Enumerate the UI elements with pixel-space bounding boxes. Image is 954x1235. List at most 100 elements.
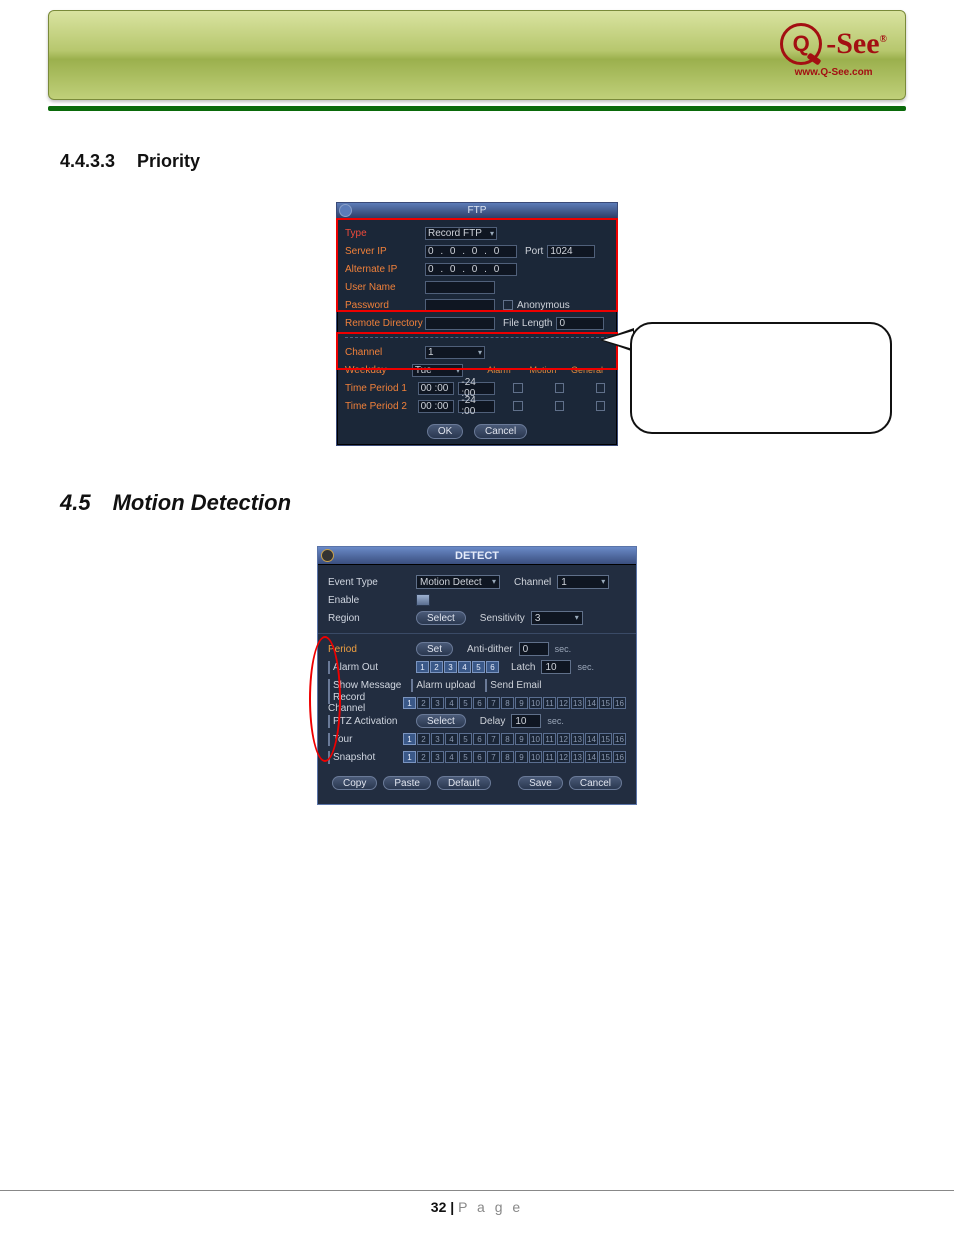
tp1-motion-checkbox[interactable] xyxy=(555,383,564,393)
tp2-alarm-checkbox[interactable] xyxy=(513,401,522,411)
user-name-input[interactable] xyxy=(425,281,495,294)
channel-chip[interactable]: 16 xyxy=(613,697,626,709)
port-input[interactable]: 1024 xyxy=(547,245,595,258)
channel-chip[interactable]: 2 xyxy=(430,661,443,673)
cancel-button[interactable]: Cancel xyxy=(569,776,622,790)
channel-chip[interactable]: 11 xyxy=(543,751,556,763)
type-select[interactable]: Record FTP xyxy=(425,227,497,240)
password-input[interactable] xyxy=(425,299,495,312)
delay-input[interactable]: 10 xyxy=(511,714,541,728)
channel-chip[interactable]: 5 xyxy=(459,733,472,745)
channel-chip[interactable]: 3 xyxy=(444,661,457,673)
channel-chip[interactable]: 7 xyxy=(487,751,500,763)
channel-chip[interactable]: 4 xyxy=(445,751,458,763)
snapshot-checkbox[interactable] xyxy=(328,751,330,764)
channel-chip[interactable]: 8 xyxy=(501,697,514,709)
ok-button[interactable]: OK xyxy=(427,424,463,439)
channel-chip[interactable]: 5 xyxy=(459,697,472,709)
send-email-option[interactable]: Send Email xyxy=(485,680,541,691)
channel-chip[interactable]: 10 xyxy=(529,697,542,709)
show-message-checkbox[interactable] xyxy=(328,679,330,692)
detect-channel-select[interactable]: 1 xyxy=(557,575,609,589)
region-select-button[interactable]: Select xyxy=(416,611,466,625)
channel-chip[interactable]: 6 xyxy=(473,733,486,745)
record-channels[interactable]: 12345678910111213141516 xyxy=(403,697,626,709)
tp2-motion-checkbox[interactable] xyxy=(555,401,564,411)
alternate-ip-input[interactable]: 0 . 0 . 0 . 0 xyxy=(425,263,517,276)
channel-chip[interactable]: 12 xyxy=(557,733,570,745)
tp2-from[interactable]: 00 :00 xyxy=(418,400,455,413)
channel-chip[interactable]: 8 xyxy=(501,733,514,745)
channel-chip[interactable]: 10 xyxy=(529,733,542,745)
channel-chip[interactable]: 1 xyxy=(403,697,416,709)
channel-chip[interactable]: 4 xyxy=(445,733,458,745)
cancel-button[interactable]: Cancel xyxy=(474,424,527,439)
channel-chip[interactable]: 13 xyxy=(571,751,584,763)
channel-chip[interactable]: 11 xyxy=(543,733,556,745)
channel-chip[interactable]: 2 xyxy=(417,733,430,745)
channel-chip[interactable]: 14 xyxy=(585,751,598,763)
channel-chip[interactable]: 12 xyxy=(557,751,570,763)
channel-chip[interactable]: 16 xyxy=(613,733,626,745)
channel-chip[interactable]: 3 xyxy=(431,733,444,745)
channel-chip[interactable]: 4 xyxy=(445,697,458,709)
tp1-from[interactable]: 00 :00 xyxy=(418,382,455,395)
channel-chip[interactable]: 3 xyxy=(431,697,444,709)
tp2-general-checkbox[interactable] xyxy=(596,401,605,411)
send-email-checkbox[interactable] xyxy=(485,679,487,692)
anonymous-checkbox[interactable] xyxy=(503,300,513,310)
show-message-option[interactable]: Show Message xyxy=(328,680,401,691)
channel-chip[interactable]: 7 xyxy=(487,697,500,709)
channel-chip[interactable]: 9 xyxy=(515,697,528,709)
server-ip-input[interactable]: 0 . 0 . 0 . 0 xyxy=(425,245,517,258)
tp2-to[interactable]: -24 :00 xyxy=(458,400,495,413)
channel-chip[interactable]: 14 xyxy=(585,697,598,709)
channel-chip[interactable]: 1 xyxy=(403,733,416,745)
copy-button[interactable]: Copy xyxy=(332,776,377,790)
channel-chip[interactable]: 4 xyxy=(458,661,471,673)
channel-chip[interactable]: 13 xyxy=(571,733,584,745)
antidither-input[interactable]: 0 xyxy=(519,642,549,656)
sensitivity-select[interactable]: 3 xyxy=(531,611,583,625)
channel-chip[interactable]: 5 xyxy=(472,661,485,673)
snapshot-channels[interactable]: 12345678910111213141516 xyxy=(403,751,626,763)
channel-chip[interactable]: 15 xyxy=(599,751,612,763)
ptz-select-button[interactable]: Select xyxy=(416,714,466,728)
event-type-select[interactable]: Motion Detect xyxy=(416,575,500,589)
latch-input[interactable]: 10 xyxy=(541,660,571,674)
weekday-select[interactable]: Tue xyxy=(412,364,463,377)
file-length-input[interactable]: 0 xyxy=(556,317,604,330)
channel-chip[interactable]: 14 xyxy=(585,733,598,745)
channel-chip[interactable]: 3 xyxy=(431,751,444,763)
channel-chip[interactable]: 2 xyxy=(417,751,430,763)
channel-chip[interactable]: 12 xyxy=(557,697,570,709)
channel-chip[interactable]: 1 xyxy=(416,661,429,673)
channel-select[interactable]: 1 xyxy=(425,346,485,359)
tp1-to[interactable]: -24 :00 xyxy=(458,382,495,395)
period-set-button[interactable]: Set xyxy=(416,642,453,656)
tour-channels[interactable]: 12345678910111213141516 xyxy=(403,733,626,745)
channel-chip[interactable]: 1 xyxy=(403,751,416,763)
channel-chip[interactable]: 16 xyxy=(613,751,626,763)
save-button[interactable]: Save xyxy=(518,776,563,790)
remote-dir-input[interactable] xyxy=(425,317,495,330)
channel-chip[interactable]: 6 xyxy=(486,661,499,673)
channel-chip[interactable]: 9 xyxy=(515,733,528,745)
tour-checkbox[interactable] xyxy=(328,733,330,746)
channel-chip[interactable]: 6 xyxy=(473,697,486,709)
alarm-out-checkbox[interactable] xyxy=(328,661,330,674)
alarm-out-channels[interactable]: 123456 xyxy=(416,661,499,673)
channel-chip[interactable]: 8 xyxy=(501,751,514,763)
channel-chip[interactable]: 5 xyxy=(459,751,472,763)
default-button[interactable]: Default xyxy=(437,776,491,790)
channel-chip[interactable]: 11 xyxy=(543,697,556,709)
channel-chip[interactable]: 6 xyxy=(473,751,486,763)
channel-chip[interactable]: 7 xyxy=(487,733,500,745)
alarm-upload-checkbox[interactable] xyxy=(411,679,413,692)
channel-chip[interactable]: 10 xyxy=(529,751,542,763)
tp1-general-checkbox[interactable] xyxy=(596,383,605,393)
channel-chip[interactable]: 2 xyxy=(417,697,430,709)
channel-chip[interactable]: 13 xyxy=(571,697,584,709)
channel-chip[interactable]: 9 xyxy=(515,751,528,763)
alarm-upload-option[interactable]: Alarm upload xyxy=(411,680,475,691)
